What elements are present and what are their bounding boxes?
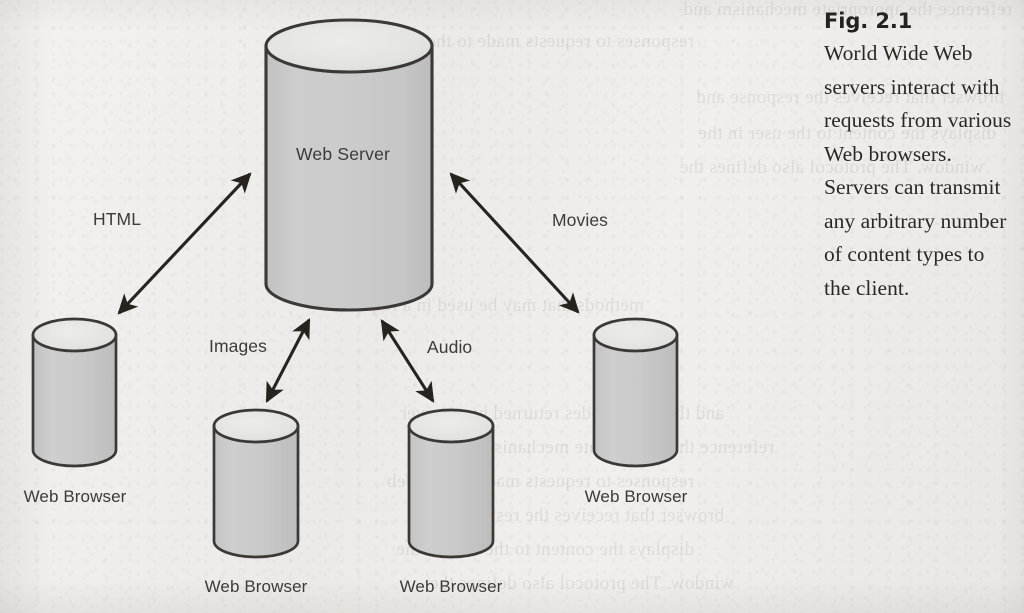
client-cylinder-left[interactable] bbox=[31, 317, 118, 468]
web-server-label: Web Server bbox=[296, 144, 391, 164]
client-left-top-ellipse bbox=[31, 317, 118, 353]
diagram-canvas bbox=[31, 18, 679, 559]
client-right-top-ellipse bbox=[592, 317, 679, 353]
web-server-top-ellipse bbox=[264, 18, 434, 74]
figure-number: Fig. 2.1 bbox=[824, 9, 913, 33]
arrow-audio bbox=[380, 319, 435, 403]
client-cylinder-center-left[interactable] bbox=[212, 408, 300, 559]
scanned-page: reference the appropriate mechanism and … bbox=[0, 0, 1024, 613]
client-center-right-body bbox=[407, 424, 495, 559]
client-center-left-body bbox=[212, 424, 300, 559]
figure-diagram: Web Server HTML Images Audio Movies Web … bbox=[0, 0, 712, 613]
arrow-images bbox=[265, 318, 311, 403]
figure-caption-text: World Wide Web servers interact with req… bbox=[824, 41, 1012, 300]
client-left-body bbox=[31, 333, 118, 468]
client-cylinder-right[interactable] bbox=[592, 317, 679, 468]
client-right-body bbox=[592, 333, 679, 468]
client-label-center-right: Web Browser bbox=[399, 577, 503, 596]
client-label-right: Web Browser bbox=[584, 487, 688, 506]
client-label-left: Web Browser bbox=[23, 487, 127, 506]
edge-label-images: Images bbox=[209, 336, 267, 356]
edge-label-movies: Movies bbox=[552, 210, 609, 230]
figure-caption: Fig. 2.1 World Wide Web servers interact… bbox=[824, 8, 1014, 305]
client-label-center-left: Web Browser bbox=[204, 577, 308, 596]
arrow-movies bbox=[449, 172, 580, 314]
edge-label-audio: Audio bbox=[427, 337, 473, 357]
web-server-cylinder[interactable] bbox=[264, 18, 434, 312]
client-cylinder-center-right[interactable] bbox=[407, 408, 495, 559]
web-server-body bbox=[264, 44, 434, 312]
edge-label-html: HTML bbox=[93, 209, 142, 229]
client-center-right-top-ellipse bbox=[407, 408, 495, 444]
arrow-html bbox=[117, 172, 252, 315]
client-center-left-top-ellipse bbox=[212, 408, 300, 444]
